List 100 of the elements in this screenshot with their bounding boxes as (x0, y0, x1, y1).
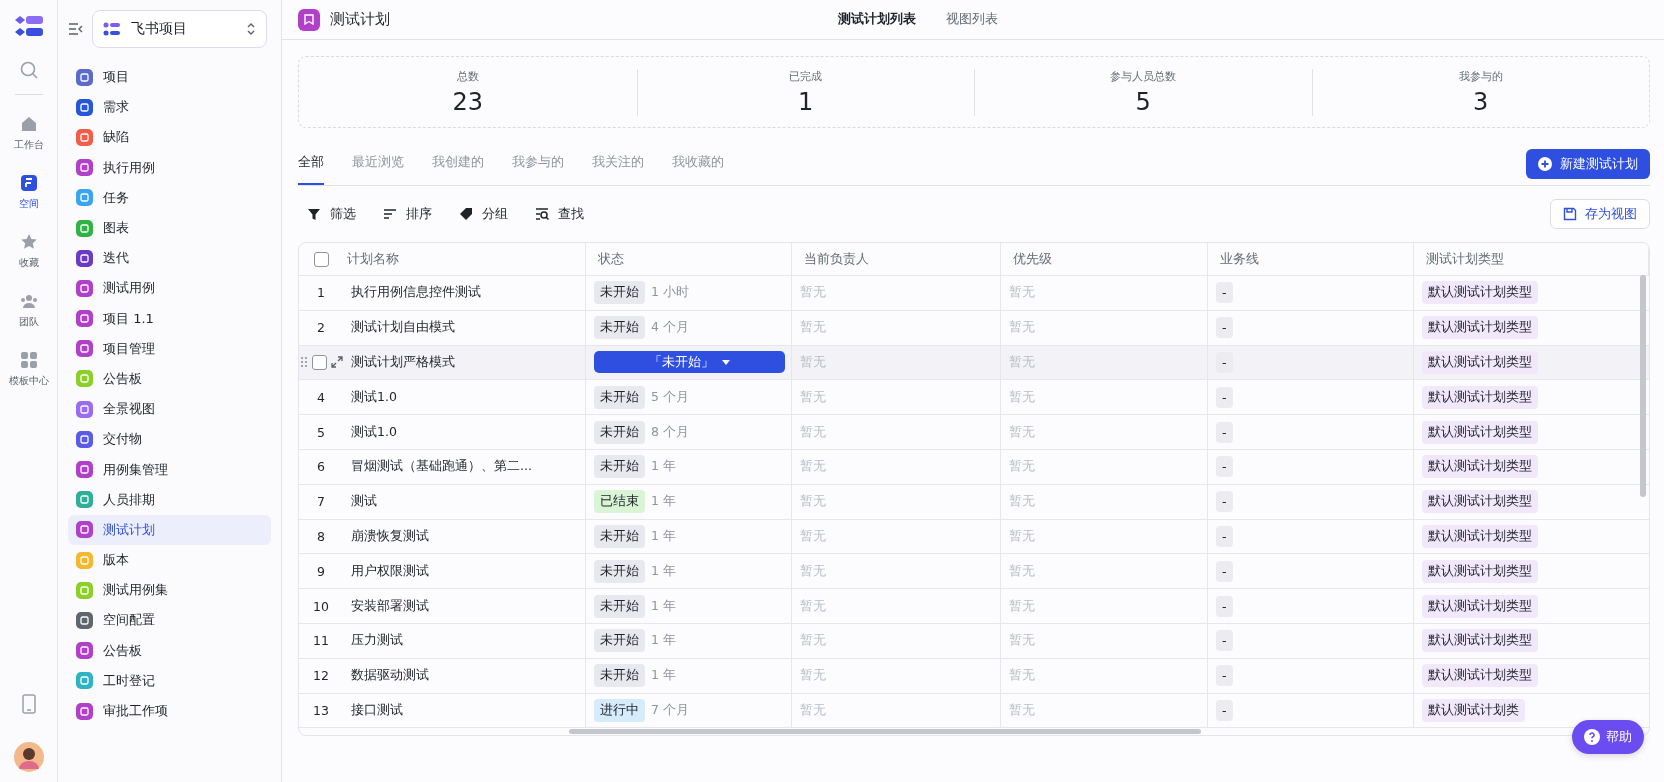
toolbar-button[interactable]: 分组 (450, 205, 516, 223)
sidebar-item[interactable]: 需求 (68, 92, 271, 123)
workspace-select[interactable]: 飞书项目 (92, 10, 267, 48)
table-row[interactable]: 5 测试1.0 未开始 8 个月 暂无 暂无 - 默认测试计划类型 (299, 415, 1649, 450)
new-plan-button[interactable]: 新建测试计划 (1526, 149, 1650, 179)
plan-name[interactable]: 测试1.0 (351, 388, 397, 406)
plan-name[interactable]: 执行用例信息控件测试 (351, 284, 481, 302)
sidebar-item[interactable]: 工时登记 (68, 665, 271, 696)
sidebar-item[interactable]: 交付物 (68, 424, 271, 455)
table-row[interactable]: 11 压力测试 未开始 1 年 暂无 暂无 - 默认测试计划类型 (299, 623, 1649, 659)
sidebar-item[interactable]: 迭代 (68, 243, 271, 274)
priority-text: 暂无 (1009, 701, 1035, 719)
table-row[interactable]: 8 崩溃恢复测试 未开始 1 年 暂无 暂无 - 默认测试计划类型 (299, 519, 1649, 555)
sidebar-item[interactable]: 项目 (68, 62, 271, 93)
search-icon[interactable] (18, 60, 39, 80)
filter-tab[interactable]: 全部 (298, 153, 324, 185)
select-all-checkbox[interactable] (313, 251, 329, 267)
sidebar-item[interactable]: 缺陷 (68, 122, 271, 153)
plan-name[interactable]: 接口测试 (351, 701, 403, 719)
type-tag: 默认测试计划类型 (1422, 524, 1538, 548)
sidebar-item[interactable]: 任务 (68, 182, 271, 213)
sidebar-item[interactable]: 版本 (68, 545, 271, 576)
sidebar-item[interactable]: 公告板 (68, 635, 271, 666)
plan-name[interactable]: 压力测试 (351, 632, 403, 650)
plan-name[interactable]: 数据驱动测试 (351, 667, 429, 685)
row-checkbox[interactable] (311, 355, 327, 370)
plan-name[interactable]: 测试计划严格模式 (351, 354, 455, 371)
plan-name[interactable]: 崩溃恢复测试 (351, 527, 429, 545)
table-row[interactable]: 10 安装部署测试 未开始 1 年 暂无 暂无 - 默认测试计划类型 (299, 589, 1649, 624)
sidebar-item[interactable]: 测试用例 (68, 273, 271, 304)
type-tag: 默认测试计划类型 (1422, 594, 1538, 618)
sidebar-item[interactable]: 图表 (68, 212, 271, 244)
plan-name[interactable]: 冒烟测试（基础跑通）、第二... (351, 458, 532, 476)
table-row[interactable]: 6 冒烟测试（基础跑通）、第二... 未开始 1 年 暂无 暂无 - 默认测试计划类型 (299, 450, 1649, 485)
sidebar-item[interactable]: 公告板 (68, 363, 271, 395)
owner-text: 暂无 (800, 423, 826, 441)
row-number: 10 (313, 598, 329, 614)
priority-text: 暂无 (1009, 527, 1035, 545)
column-header[interactable]: 计划名称 (343, 243, 586, 275)
column-header[interactable]: 当前负责人 (792, 243, 1001, 275)
header-tab[interactable]: 视图列表 (946, 11, 998, 28)
column-header[interactable]: 业务线 (1208, 243, 1414, 275)
owner-text: 暂无 (800, 632, 826, 650)
sidebar-item[interactable]: 全景视图 (68, 394, 271, 425)
sidebar-item[interactable]: 测试计划 (68, 514, 271, 545)
save-view-button[interactable]: 存为视图 (1550, 199, 1650, 229)
plan-name[interactable]: 用户权限测试 (351, 562, 429, 580)
collapse-icon[interactable] (68, 22, 84, 36)
plan-name[interactable]: 测试计划自由模式 (351, 319, 455, 337)
owner-text: 暂无 (800, 284, 826, 302)
toolbar-button[interactable]: 查找 (526, 205, 592, 223)
row-number: 6 (317, 459, 325, 475)
sidebar-item[interactable]: 项目管理 (68, 333, 271, 364)
header-tab[interactable]: 测试计划列表 (838, 11, 916, 28)
rail-item[interactable]: 团队 (18, 292, 39, 329)
table-row[interactable]: 12 数据驱动测试 未开始 1 年 暂无 暂无 - 默认测试计划类型 (299, 658, 1649, 694)
status-duration: 1 年 (651, 562, 676, 580)
sidebar-item[interactable]: 执行用例 (68, 152, 271, 183)
page-title: 测试计划 (330, 10, 390, 29)
column-header[interactable]: 测试计划类型 (1414, 243, 1649, 275)
sidebar-item[interactable]: 人员排期 (68, 484, 271, 515)
table-row[interactable]: 9 用户权限测试 未开始 1 年 暂无 暂无 - 默认测试计划类型 (299, 554, 1649, 590)
priority-text: 暂无 (1009, 458, 1035, 476)
toolbar-button[interactable]: 排序 (374, 205, 440, 223)
sidebar-item[interactable]: 用例集管理 (68, 454, 271, 485)
plan-name[interactable]: 安装部署测试 (351, 597, 429, 615)
table-row[interactable]: 2 测试计划自由模式 未开始 4 个月 暂无 暂无 - 默认测试计划类型 (299, 310, 1649, 346)
rail-item[interactable]: 收藏 (18, 233, 39, 270)
sidebar-item[interactable]: 测试用例集 (68, 575, 271, 606)
status-duration: 1 年 (651, 527, 676, 545)
sidebar-item[interactable]: 空间配置 (68, 605, 271, 636)
status-duration: 1 年 (651, 597, 676, 615)
row-number: 2 (317, 320, 325, 336)
toolbar-button[interactable]: 筛选 (298, 205, 364, 223)
avatar[interactable] (13, 742, 44, 772)
status-duration: 1 年 (651, 632, 676, 650)
rail-item[interactable]: 工作台 (13, 115, 44, 152)
expand-icon[interactable] (330, 356, 343, 369)
stat-label: 总数 (456, 68, 479, 84)
column-header[interactable]: 优先级 (1001, 243, 1208, 275)
priority-text: 暂无 (1009, 319, 1035, 337)
help-button[interactable]: 帮助 (1572, 720, 1644, 754)
plan-name[interactable]: 测试 (351, 493, 377, 511)
sidebar-item[interactable]: 审批工作项 (68, 695, 271, 727)
table-row[interactable]: 4 测试1.0 未开始 5 个月 暂无 暂无 - 默认测试计划类型 (299, 380, 1649, 416)
rail-item[interactable]: 模板中心 (8, 351, 49, 388)
table-row[interactable]: 7 测试 已结束 1 年 暂无 暂无 - 默认测试计划类型 (299, 484, 1649, 520)
rail-item[interactable]: 空间 (18, 174, 39, 211)
horizontal-scrollbar[interactable] (569, 729, 1201, 734)
table-row[interactable]: 1 执行用例信息控件测试 未开始 1 小时 暂无 暂无 - 默认测试计划类型 (299, 276, 1649, 311)
business-tag: - (1216, 421, 1233, 443)
sidebar-item[interactable]: 项目 1.1 (68, 303, 271, 334)
vertical-scrollbar[interactable] (1640, 275, 1646, 497)
drag-handle-icon[interactable] (299, 356, 308, 369)
plan-name[interactable]: 测试1.0 (351, 423, 397, 441)
status-select[interactable]: 「未开始」 (594, 351, 785, 374)
stat-value: 5 (1135, 87, 1151, 116)
business-tag: - (1216, 386, 1233, 408)
phone-icon[interactable] (21, 694, 36, 714)
column-header[interactable]: 状态 (586, 243, 792, 275)
